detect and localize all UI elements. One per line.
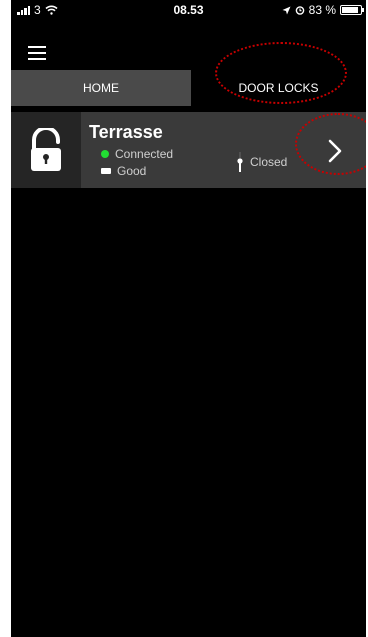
tab-home[interactable]: HOME — [11, 70, 191, 106]
battery-status-icon — [340, 5, 364, 15]
connection-label: Connected — [115, 147, 174, 161]
alarm-icon — [295, 6, 304, 15]
door-sensor-icon — [237, 152, 243, 172]
app-screen: 3 08.53 83 % HOME DOOR LOCKS Terrasse Co… — [11, 0, 366, 637]
battery-status: Good — [101, 164, 146, 178]
lock-name: Terrasse — [89, 122, 163, 142]
door-state: Closed — [236, 152, 287, 172]
padlock-open-icon — [31, 128, 61, 171]
status-right: 83 % — [282, 3, 364, 17]
battery-percent: 83 % — [308, 3, 336, 17]
battery-icon — [101, 168, 111, 174]
connected-indicator-icon — [101, 150, 109, 158]
status-bar: 3 08.53 83 % — [11, 0, 366, 22]
location-arrow-icon — [282, 6, 291, 14]
lock-status-tile — [11, 112, 81, 188]
battery-label: Good — [117, 164, 147, 178]
connection-status: Connected — [101, 147, 173, 161]
annotation-circle-door-locks — [215, 42, 347, 104]
door-state-label: Closed — [250, 155, 288, 169]
hamburger-icon[interactable] — [28, 46, 46, 60]
